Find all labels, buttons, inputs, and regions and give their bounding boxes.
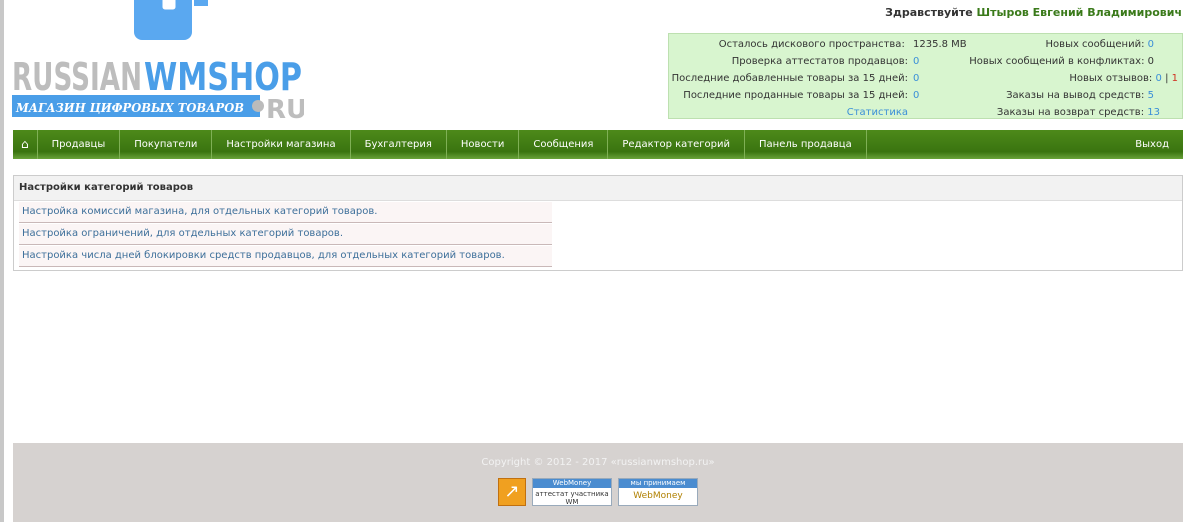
stat-reviews: Новых отзывов: 0 | 1 <box>1069 73 1178 84</box>
nav-accounting[interactable]: Бухгалтерия <box>351 130 447 159</box>
user-name[interactable]: Штыров Евгений Владимирович <box>977 6 1182 19</box>
stat-added-value[interactable]: 0 <box>913 70 919 87</box>
stat-attestats: Проверка аттестатов продавцов: <box>731 56 908 67</box>
webmoney-attestat-badge[interactable]: WebMoney аттестат участника WM <box>532 478 612 506</box>
stat-disk-value: 1235.8 MB <box>913 39 967 50</box>
stat-sold-value[interactable]: 0 <box>913 87 919 104</box>
footer: Copyright © 2012 - 2017 «russianwmshop.r… <box>13 443 1183 522</box>
stat-sold: Последние проданные товары за 15 дней: <box>683 90 908 101</box>
nav-buyers[interactable]: Покупатели <box>120 130 213 159</box>
arrow-badge-icon[interactable]: ↗ <box>498 478 526 506</box>
category-settings-panel: Настройки категорий товаров Настройка ко… <box>13 175 1183 271</box>
stat-withdraw-orders: Заказы на вывод средств: 5 <box>1006 90 1154 101</box>
statistics-link[interactable]: Статистика <box>847 104 908 121</box>
stat-conflict-messages: Новых сообщений в конфликтах: 0 <box>969 56 1154 67</box>
nav-news[interactable]: Новости <box>447 130 520 159</box>
stat-disk: Осталось дискового пространства: <box>718 39 905 50</box>
nav-exit[interactable]: Выход <box>1121 130 1183 159</box>
window-edge <box>0 0 4 522</box>
link-restriction-settings[interactable]: Настройка ограничений, для отдельных кат… <box>19 224 552 245</box>
nav-sellers[interactable]: Продавцы <box>38 130 121 159</box>
nav-shop-settings[interactable]: Настройки магазина <box>212 130 351 159</box>
nav-seller-panel[interactable]: Панель продавца <box>745 130 867 159</box>
copyright: Copyright © 2012 - 2017 «russianwmshop.r… <box>481 457 715 468</box>
svg-text:RU: RU <box>266 95 304 122</box>
webmoney-accept-badge[interactable]: мы принимаем WebMoney <box>618 478 698 506</box>
greeting: Здравствуйте Штыров Евгений Владимирович <box>885 6 1182 19</box>
stat-attestats-value[interactable]: 0 <box>913 53 919 70</box>
stat-added: Последние добавленные товары за 15 дней: <box>671 73 908 84</box>
site-logo[interactable]: RUSSIAN WMSHOP МАГАЗИН ЦИФРОВЫХ ТОВАРОВ … <box>12 0 304 122</box>
nav-messages[interactable]: Сообщения <box>519 130 609 159</box>
main-nav: ⌂ Продавцы Покупатели Настройки магазина… <box>13 130 1183 159</box>
nav-category-editor[interactable]: Редактор категорий <box>608 130 746 159</box>
svg-text:WMSHOP: WMSHOP <box>144 55 302 99</box>
panel-title: Настройки категорий товаров <box>14 176 1182 201</box>
stat-messages: Новых сообщений: 0 <box>1045 39 1154 50</box>
stat-refund-orders: Заказы на возврат средств: 13 <box>996 107 1160 118</box>
svg-text:МАГАЗИН ЦИФРОВЫХ ТОВАРОВ: МАГАЗИН ЦИФРОВЫХ ТОВАРОВ <box>15 101 244 115</box>
link-blocking-days-settings[interactable]: Настройка числа дней блокировки средств … <box>19 246 552 267</box>
stats-panel: Осталось дискового пространства: 1235.8 … <box>668 33 1183 119</box>
link-commission-settings[interactable]: Настройка комиссий магазина, для отдельн… <box>19 202 552 223</box>
home-icon[interactable]: ⌂ <box>13 130 38 159</box>
svg-text:RUSSIAN: RUSSIAN <box>12 55 142 99</box>
